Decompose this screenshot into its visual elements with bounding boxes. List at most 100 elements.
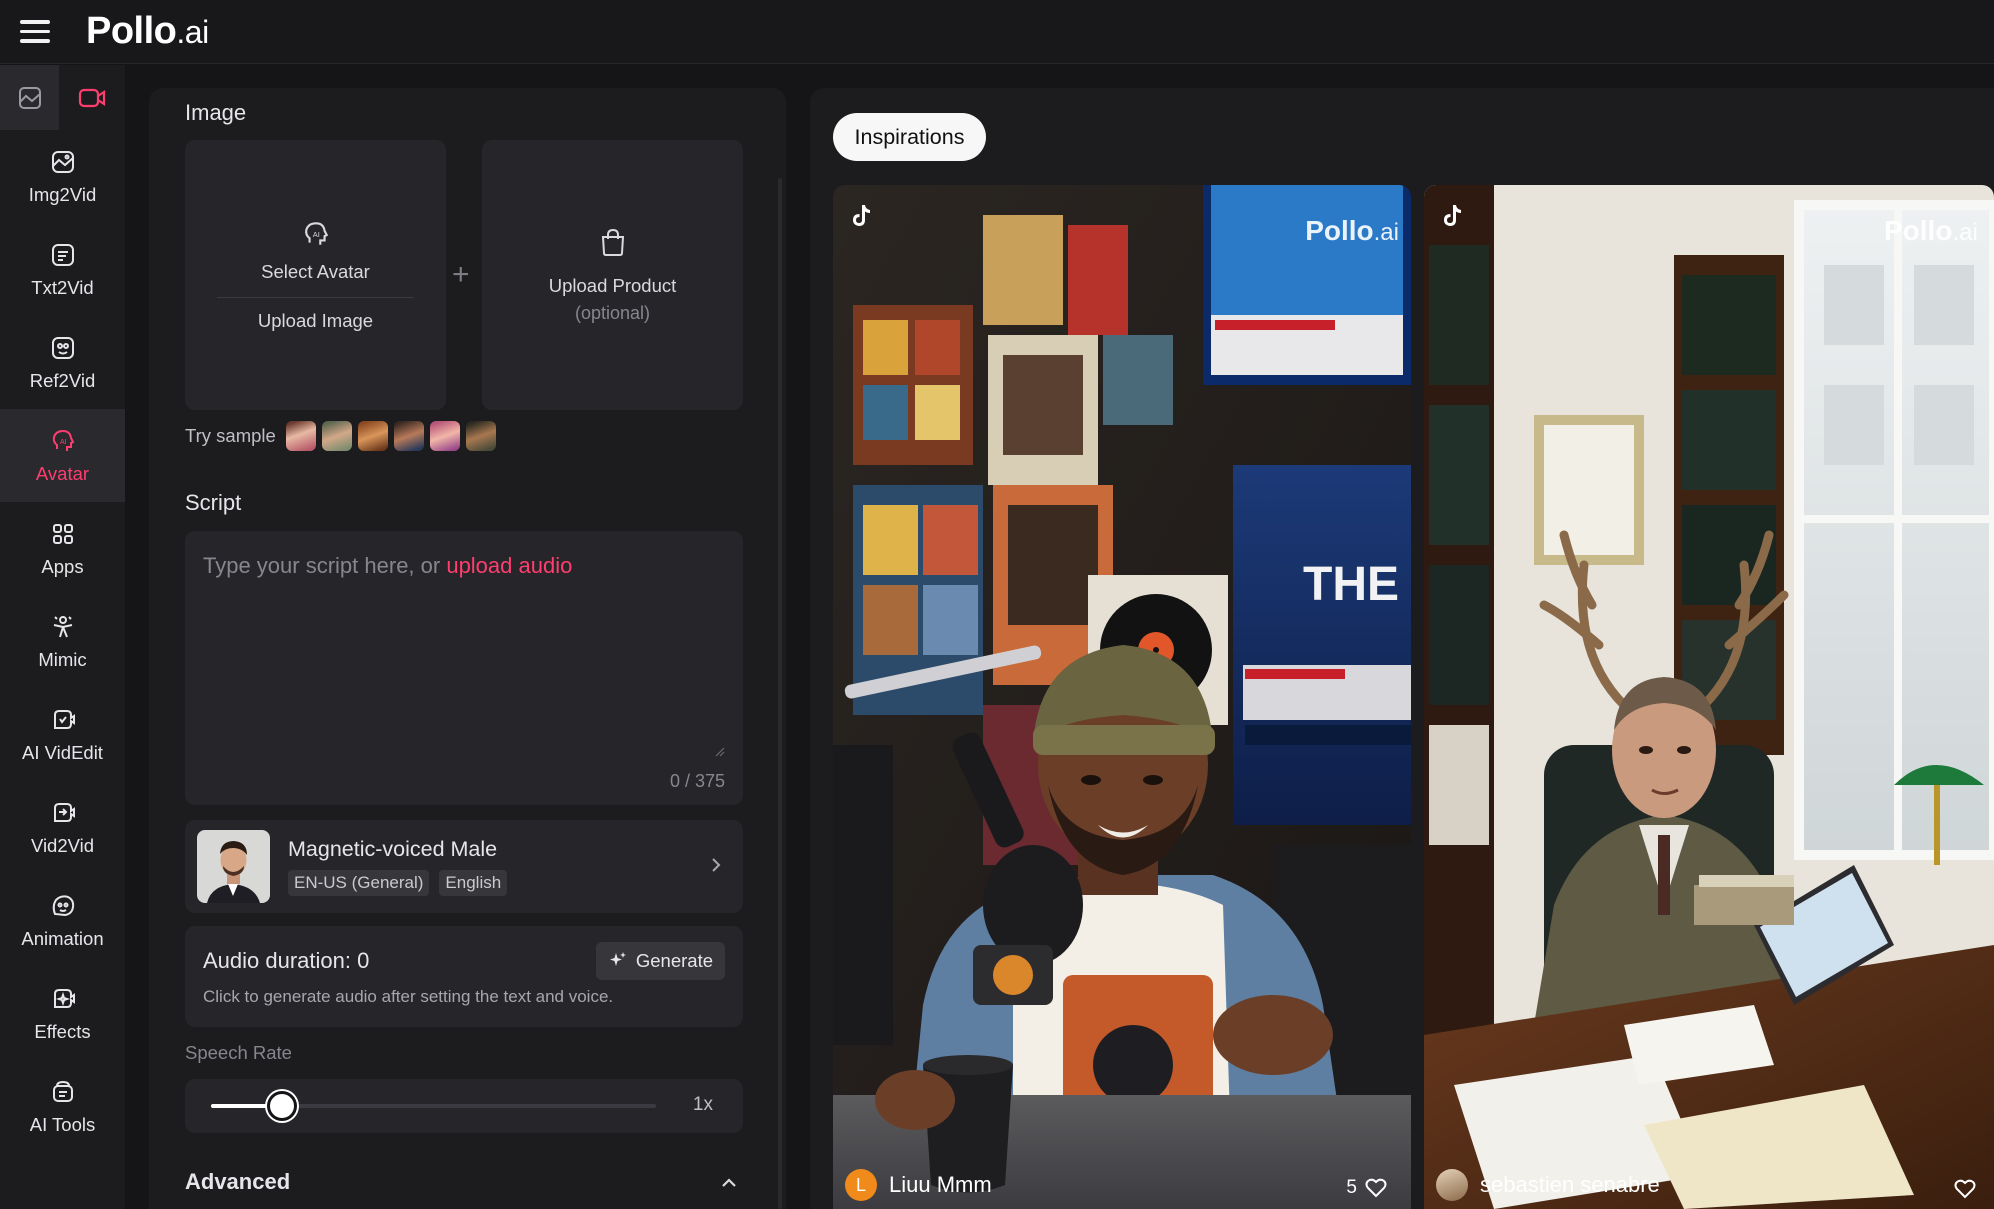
sidebar-item-ai-videdit[interactable]: AI VidEdit [0,688,125,781]
script-placeholder: Type your script here, or upload audio [203,553,572,579]
sidebar-item-vid2vid[interactable]: Vid2Vid [0,781,125,874]
select-avatar-label: Select Avatar [261,261,370,282]
sidebar-item-label: Ref2Vid [29,369,96,391]
script-textarea[interactable]: Type your script here, or upload audio 0… [185,531,743,805]
sidebar-item-img2vid[interactable]: Img2Vid [0,130,125,223]
sidebar-item-avatar[interactable]: AI Avatar [0,409,125,502]
panel-scrollbar[interactable] [778,178,782,1209]
sidebar-item-txt2vid[interactable]: Txt2Vid [0,223,125,316]
shopping-bag-icon [601,228,624,256]
sidebar-item-apps[interactable]: Apps [0,502,125,595]
sidebar-item-label: Animation [21,927,104,949]
heart-icon [1365,1178,1387,1198]
text-to-video-icon [51,243,74,266]
sidebar-item-label: AI Tools [29,1113,96,1135]
chevron-up-icon[interactable] [720,1176,738,1188]
voice-tags: EN-US (General) English [288,870,508,896]
sidebar-item-label: Txt2Vid [31,276,94,298]
animation-icon [52,894,74,916]
watermark-text: Pollo [1305,215,1374,246]
inspiration-video-card[interactable]: THE BR [833,185,1411,1209]
sample-avatar-2[interactable] [321,421,352,451]
video-to-video-icon [53,802,75,822]
sidebar-item-animation[interactable]: Animation [0,874,125,967]
sidebar-item-effects[interactable]: Effects [0,967,125,1060]
character-counter: 0 / 375 [669,771,725,791]
sidebar-item-label: Effects [34,1020,91,1042]
try-sample-label: Try sample [185,425,276,446]
video-thumbnail-podcast: THE BR [833,185,1411,1209]
logo-text: Pollo [86,10,177,52]
voice-selector[interactable]: Magnetic-voiced Male EN-US (General) Eng… [185,820,743,913]
slider-thumb[interactable] [267,1091,298,1121]
sidebar-item-label: Vid2Vid [30,834,95,856]
avatar-icon: AI [304,222,328,245]
sidebar-item-ref2vid[interactable]: Ref2Vid [0,316,125,409]
image-icon [18,86,41,109]
upload-image-button[interactable]: Upload Image [185,310,446,332]
speech-rate-label: Speech Rate [185,1042,292,1063]
sidebar: Img2Vid Txt2Vid Ref2Vid AI Avatar Apps M… [0,65,125,1209]
like-count: 5 [1346,1177,1357,1198]
voice-tag: EN-US (General) [288,870,430,896]
image-mode-button[interactable] [0,65,59,130]
sample-avatar-1[interactable] [285,421,316,451]
voice-avatar [197,830,270,903]
pollo-watermark: Pollo.ai [1884,215,1978,247]
author-avatar [1436,1169,1468,1201]
sidebar-item-ai-tools[interactable]: AI Tools [0,1060,125,1153]
script-placeholder-text: Type your script here, or [203,553,447,578]
svg-text:AI: AI [60,439,67,446]
try-sample-row: Try sample [185,421,496,451]
top-bar: Pollo.ai [0,0,1994,64]
tab-inspirations[interactable]: Inspirations [833,113,986,161]
audio-hint: Click to generate audio after setting th… [203,987,614,1006]
chevron-right-icon [712,858,721,872]
watermark-suffix: .ai [1952,219,1978,246]
sidebar-item-label: Apps [41,555,84,577]
voice-avatar-image [197,830,270,903]
select-avatar-button[interactable]: AI Select Avatar [185,140,446,297]
mode-switch [0,65,125,130]
voice-name: Magnetic-voiced Male [288,837,498,861]
generate-audio-button[interactable]: Generate [595,942,725,980]
divider [217,297,414,298]
effects-icon [53,988,75,1008]
video-camera-icon [78,88,106,107]
mimic-icon [53,615,72,637]
image-to-video-icon [51,150,74,173]
logo-suffix: .ai [176,14,209,50]
image-section-title: Image [185,100,247,125]
author-name: Liuu Mmm [889,1172,992,1197]
sample-avatar-5[interactable] [429,421,460,451]
sidebar-item-label: Img2Vid [28,183,97,205]
hamburger-menu-icon[interactable] [20,12,60,52]
sidebar-item-mimic[interactable]: Mimic [0,595,125,688]
upload-product-button[interactable]: Upload Product (optional) [482,140,743,410]
video-edit-icon [53,709,75,729]
video-mode-button[interactable] [59,65,125,130]
like-button[interactable]: 5 [1346,1177,1387,1199]
inspiration-video-card[interactable]: Pollo.ai sebastien senabre [1424,185,1994,1209]
sidebar-item-label: Avatar [35,462,90,484]
avatar-upload-card: AI Select Avatar Upload Image [185,140,446,410]
sample-avatar-3[interactable] [357,421,388,451]
sparkle-icon [609,952,626,966]
logo[interactable]: Pollo.ai [86,10,209,53]
audio-card: Audio duration: 0 Click to generate audi… [185,926,743,1027]
upload-product-optional: (optional) [574,302,651,323]
sample-avatar-4[interactable] [393,421,424,451]
sample-avatar-6[interactable] [465,421,496,451]
avatar-icon: AI [52,429,74,451]
tiktok-icon [853,205,870,226]
upload-audio-link[interactable]: upload audio [446,553,572,578]
script-section-title: Script [185,490,242,515]
apps-icon [52,523,73,544]
sidebar-item-label: AI VidEdit [22,741,103,763]
generate-label: Generate [635,950,713,971]
advanced-section-toggle[interactable]: Advanced [185,1169,290,1195]
resize-handle-icon[interactable] [713,745,725,757]
upload-product-label: Upload Product [548,274,677,296]
like-button[interactable] [1954,1179,1976,1199]
svg-text:THE BR: THE BR [1303,558,1411,611]
